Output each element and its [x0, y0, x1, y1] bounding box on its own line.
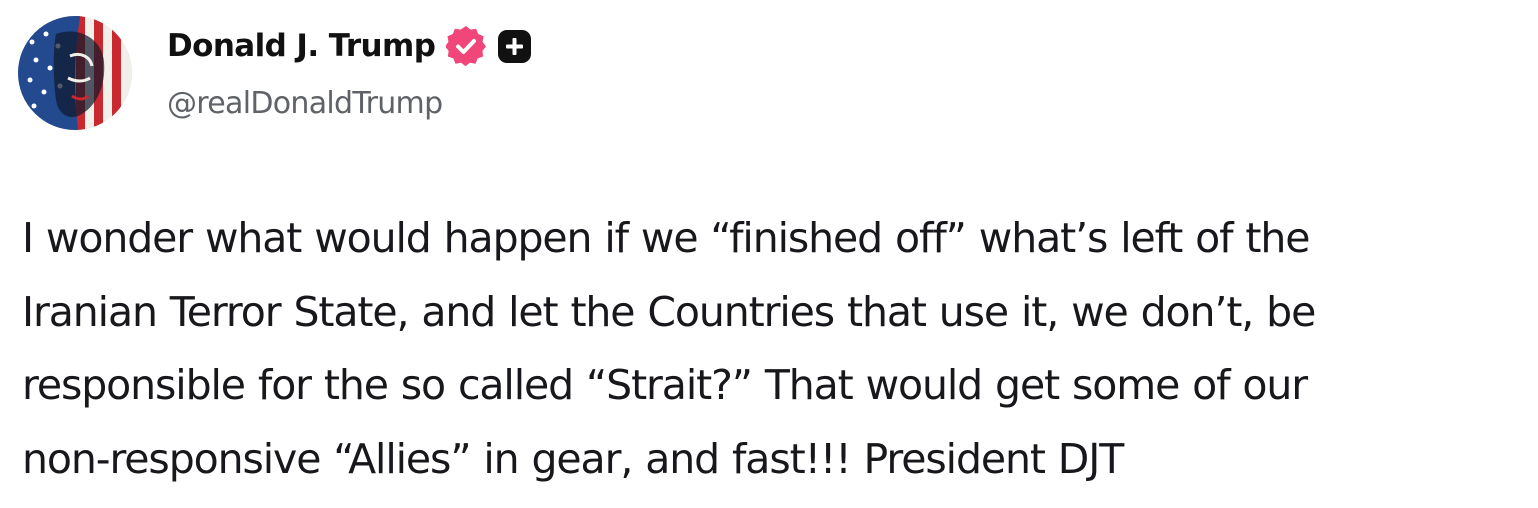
avatar[interactable]: [18, 16, 132, 130]
plus-badge-icon: [498, 29, 532, 63]
avatar-image: [18, 16, 132, 130]
post-text-line: Iranian Terror State, and let the Countr…: [22, 287, 1316, 336]
post-text-line: I wonder what would happen if we “finish…: [22, 214, 1310, 262]
author-display-name[interactable]: Donald J. Trump: [167, 28, 436, 64]
author-line: Donald J. Trump: [167, 22, 532, 70]
post-text-line: non-responsive “Allies” in gear, and fas…: [22, 434, 1124, 483]
author-handle[interactable]: @realDonaldTrump: [167, 86, 443, 121]
verified-badge-icon: [445, 25, 487, 67]
post-text-line: responsible for the so called “Strait?” …: [22, 361, 1308, 409]
post-body: I wonder what would happen if we “finish…: [22, 202, 1532, 496]
post-card: Donald J. Trump @realDonaldTrump I wonde…: [0, 0, 1538, 508]
